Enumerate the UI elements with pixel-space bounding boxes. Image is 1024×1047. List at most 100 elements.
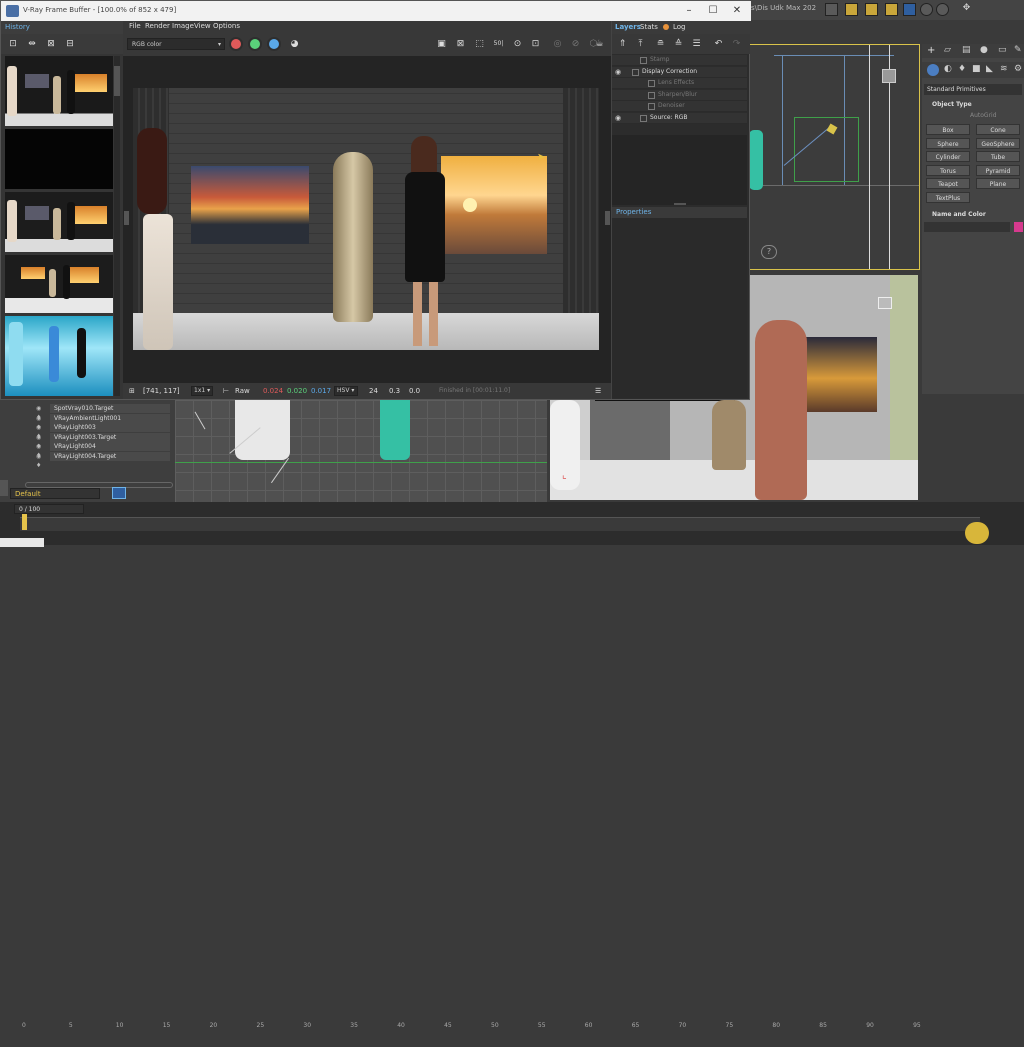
pixel-info-icon[interactable]: ⊞ [129,387,135,395]
create-subcategories[interactable]: ◐ ♦ ■ ◣ ≋ ⚙ [922,62,1024,78]
history-compare-icon[interactable]: ⇹ [25,38,39,50]
layer-checkbox[interactable] [632,68,639,76]
track-mouse-icon[interactable]: ⊙ [511,38,524,50]
side-toggle[interactable] [0,480,8,496]
primitive-button[interactable]: Torus [926,164,970,176]
layer-row[interactable]: ◉ Display Correction [612,66,747,78]
visibility-toggle-icon[interactable]: ◉ ♦ [36,423,48,440]
lights-icon[interactable]: ♦ [958,64,966,74]
menu-render[interactable]: Render [145,22,170,30]
toolbar-icon[interactable] [845,3,858,16]
rendered-image[interactable]: ➤ [133,88,599,350]
blue-channel-toggle[interactable] [267,37,281,51]
modify-tab-icon[interactable]: ▱ [944,45,951,55]
primitive-button[interactable]: Cone [976,124,1020,135]
compare-icon[interactable]: 50| [492,38,505,50]
display-tab-icon[interactable]: ▭ [998,45,1007,55]
red-channel-toggle[interactable] [229,37,243,51]
toolbar-icon[interactable] [920,3,933,16]
layer-manager-icon[interactable] [112,487,126,499]
layer-row[interactable]: Lens Effects [612,78,747,89]
redo-icon[interactable]: ↷ [730,38,743,50]
tab-layers[interactable]: Layers [615,23,641,31]
layer-row[interactable]: Denoiser [612,101,747,112]
layer-visibility-icon[interactable]: ◉ [615,114,621,122]
primitive-button[interactable]: Pyramid [976,164,1020,176]
frame-counter[interactable]: 0 / 100 [14,504,84,514]
toolbar-icon[interactable] [865,3,878,16]
primitive-button[interactable]: Cylinder [926,151,970,162]
visibility-toggle-icon[interactable]: ◉ ♦ [36,452,48,469]
menu-view[interactable]: View [194,22,211,30]
scene-object-row[interactable]: VRayLight004 [50,442,170,451]
layer-row[interactable]: Stamp [612,55,747,66]
cameras-icon[interactable]: ■ [972,64,981,74]
object-name-field[interactable] [924,222,1010,232]
layer-checkbox[interactable] [648,103,655,110]
scene-object-row[interactable]: VRayLight003 [50,423,170,432]
toolbar-icon[interactable] [936,3,949,16]
toolbar-icon[interactable] [885,3,898,16]
interactive-render-icon[interactable]: ◎ [551,38,564,50]
layer-checkbox[interactable] [640,57,647,64]
motion-tab-icon[interactable]: ● [980,45,988,55]
maximize-button[interactable]: ☐ [703,3,723,19]
primitive-button[interactable]: Sphere [926,137,970,149]
undo-icon[interactable]: ↶ [712,38,725,50]
create-tab-icon[interactable]: + [927,45,935,56]
layer-dropdown[interactable]: Default [10,488,100,499]
category-dropdown[interactable]: Standard Primitives [924,84,1022,95]
history-thumb[interactable] [5,255,113,313]
history-scroll-thumb[interactable] [114,66,120,96]
layer-checkbox[interactable] [648,80,655,87]
create-layer-icon[interactable]: ⇑ [616,38,629,50]
toolbar-icon[interactable] [982,3,995,16]
name-and-color-rollout[interactable]: Name and Color [924,209,1022,220]
primitive-button[interactable]: TextPlus [926,191,970,203]
delete-layer-icon[interactable]: ⤒ [634,38,647,50]
save-image-icon[interactable]: ▣ [435,38,448,50]
history-collapse-handle[interactable] [124,211,129,225]
green-channel-toggle[interactable] [248,37,262,51]
history-thumb[interactable] [5,129,113,189]
primitive-button[interactable]: GeoSphere [976,137,1020,149]
top-viewport[interactable]: ? [748,44,920,270]
vfb-titlebar[interactable]: V-Ray Frame Buffer - [100.0% of 852 x 47… [1,1,751,21]
layer-presets-icon[interactable]: ☰ [690,38,703,50]
menu-image[interactable]: Image [172,22,194,30]
object-color-swatch[interactable] [1014,222,1023,232]
history-thumb[interactable] [5,192,113,252]
stop-render-icon[interactable]: ⊘ [569,38,582,50]
mono-toggle-icon[interactable]: ◕ [288,38,301,50]
history-scrollbar[interactable] [114,56,120,396]
splitter-handle[interactable] [674,203,686,205]
primitive-button[interactable]: Plane [976,178,1020,189]
color-mode-dropdown[interactable]: HSV ▾ [334,386,358,396]
primitive-button[interactable]: Tube [976,151,1020,162]
render-viewport[interactable]: ➤ [123,56,611,383]
layer-row[interactable]: Sharpen/Blur [612,89,747,101]
scene-object-row[interactable]: VRayLight004.Target [50,451,170,461]
tab-stats[interactable]: Stats [640,23,658,31]
move-icon[interactable]: ✥ [960,3,973,16]
layer-checkbox[interactable] [648,91,655,99]
tab-log[interactable]: Log [673,23,686,31]
channel-dropdown[interactable]: RGB color ▾ [127,38,225,50]
visibility-toggle-icon[interactable]: ◉ ♦ [36,404,48,421]
render-teapot-icon[interactable]: ☕ [593,38,606,50]
command-panel-tabs[interactable]: + ▱ ▤ ● ▭ ✎ [922,44,1024,58]
scene-object-row[interactable]: VRayLight003.Target [50,432,170,442]
history-thumb[interactable] [5,316,113,396]
menu-file[interactable]: File [129,22,141,30]
track-bar[interactable] [20,517,980,531]
primitive-button[interactable]: Box [926,124,970,135]
time-slider-thumb[interactable] [22,514,27,530]
utilities-tab-icon[interactable]: ✎ [1014,45,1022,55]
helpers-icon[interactable]: ◣ [986,64,993,74]
history-thumb[interactable] [5,56,113,126]
srgb-dropdown[interactable]: 1x1 ▾ [191,386,213,396]
panel-collapse-handle[interactable] [605,211,610,225]
save-layers-icon[interactable]: ≘ [654,38,667,50]
front-viewport[interactable] [175,400,547,502]
geometry-icon[interactable] [927,64,939,76]
